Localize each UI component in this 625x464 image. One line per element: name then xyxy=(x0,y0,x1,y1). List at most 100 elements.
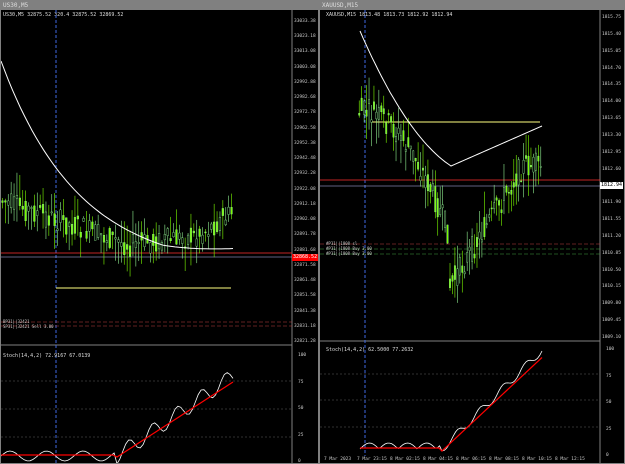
right-candle-body xyxy=(495,197,498,201)
left-candle-body xyxy=(82,218,85,222)
left-candle-body xyxy=(218,217,222,231)
left-candle-body xyxy=(224,219,227,226)
left-candle-body xyxy=(94,224,97,241)
right-price-axis-tick-label: 1809.45 xyxy=(602,318,621,324)
left-price-axis-tick-label: 32821.28 xyxy=(294,339,316,344)
right-candle-body xyxy=(392,123,395,138)
left-candle-body xyxy=(178,232,181,240)
left-candle-body xyxy=(68,222,71,227)
right-candle-body xyxy=(539,166,542,168)
right-osc-axis-tick-label: 0 xyxy=(606,453,609,458)
right-time-axis-tick-label: 8 Mar 10:15 xyxy=(522,457,552,462)
right-time-axis-tick-label: 8 Mar 06:15 xyxy=(456,457,486,462)
left-candle-body xyxy=(134,241,137,248)
left-candle-body xyxy=(44,211,48,228)
left-osc-axis-tick-label: 100 xyxy=(298,353,307,358)
left-candle-body xyxy=(85,231,88,239)
right-candle-body xyxy=(368,99,370,105)
right-candle-body xyxy=(375,111,378,120)
left-candle-body xyxy=(160,242,164,251)
left-candle-body xyxy=(213,221,216,236)
right-candle-body xyxy=(402,130,405,141)
left-candle-body xyxy=(230,207,233,215)
right-candle-body xyxy=(463,271,466,275)
right-price-axis-tick-label: 1813.65 xyxy=(602,116,621,122)
right-candle-body xyxy=(387,113,390,116)
right-candle-body xyxy=(429,184,432,192)
left-candle-body xyxy=(120,242,123,247)
left-candle-body xyxy=(39,205,42,208)
right-candle-body xyxy=(399,135,402,141)
left-current-price-tag: 32868.52 xyxy=(292,254,318,261)
left-stoch-main xyxy=(1,372,234,463)
right-osc-axis-tick-label: 100 xyxy=(606,347,615,352)
right-candle-body xyxy=(483,217,486,237)
right-time-axis-tick-label: 8 Mar 02:15 xyxy=(390,457,420,462)
left-candle-body xyxy=(195,238,198,247)
left-candle-body xyxy=(79,231,82,238)
left-candle-body xyxy=(192,230,195,234)
left-price-axis-tick-label: 33003.08 xyxy=(294,64,316,70)
left-candle-body xyxy=(65,217,68,235)
right-candle-body xyxy=(522,160,525,174)
left-candle-body xyxy=(181,237,184,244)
left-candle-body xyxy=(56,228,59,231)
left-candle-body xyxy=(18,197,21,206)
right-candle-body xyxy=(534,152,537,171)
right-candle-body xyxy=(449,278,451,288)
right-price-axis-tick-label: 1810.50 xyxy=(602,267,621,273)
left-candle-body xyxy=(201,234,204,244)
right-candle-body xyxy=(385,122,388,134)
right-chart-window[interactable]: XAUUSD,M15 XAUUSD,M15 1813.48 1813.73 18… xyxy=(319,0,625,464)
left-chart-window[interactable]: US30,M5 US30,M5 32875.52 320.4 32875.52 … xyxy=(0,0,319,464)
left-candle-body xyxy=(97,224,100,238)
left-candle-body xyxy=(105,240,108,243)
left-candle-body xyxy=(163,234,166,241)
left-candle-body xyxy=(131,234,135,244)
left-price-axis-tick-label: 32891.78 xyxy=(294,232,316,238)
right-main-plot[interactable] xyxy=(320,1,625,464)
right-candle-body xyxy=(395,135,397,143)
right-candle-body xyxy=(485,223,488,225)
right-price-axis-tick-label: 1815.05 xyxy=(602,48,621,54)
right-candle-body xyxy=(404,149,407,152)
left-level-label-2: SP31||32421 Sell 3.00 xyxy=(3,324,54,329)
right-candle-body xyxy=(417,161,420,170)
right-candle-body xyxy=(537,155,540,162)
right-candle-body xyxy=(493,202,496,210)
right-candle-body xyxy=(456,268,459,286)
right-candle-body xyxy=(471,236,474,262)
left-candle-body xyxy=(114,237,117,240)
left-candle-body xyxy=(41,204,45,214)
left-price-axis-tick-label: 33023.18 xyxy=(294,34,316,40)
right-osc-axis-tick-label: 25 xyxy=(606,426,612,432)
right-candle-body xyxy=(397,127,400,134)
left-candle-body xyxy=(47,215,50,226)
left-candle-body xyxy=(166,228,169,236)
right-candle-body xyxy=(480,239,483,243)
left-price-axis-tick-label: 32871.58 xyxy=(294,262,316,268)
left-candle-body xyxy=(7,200,10,206)
left-candle-body xyxy=(102,235,106,243)
left-candle-body xyxy=(143,234,146,247)
right-candle-body xyxy=(370,119,373,123)
right-time-axis-tick-label: 7 Mar 2023 xyxy=(324,457,352,462)
left-candle-body xyxy=(70,224,74,235)
left-candle-body xyxy=(24,200,27,221)
left-candle-body xyxy=(99,233,103,236)
left-main-plot[interactable] xyxy=(1,1,319,464)
right-candle-body xyxy=(530,165,532,168)
right-candle-body xyxy=(473,253,476,259)
left-candle-body xyxy=(88,220,91,232)
left-price-axis-tick-label: 32912.18 xyxy=(294,201,316,207)
left-price-axis-tick-label: 32841.38 xyxy=(294,308,316,314)
left-osc-axis-tick-label: 25 xyxy=(298,432,304,438)
right-candle-body xyxy=(407,137,410,147)
left-candle-body xyxy=(175,229,178,245)
left-ma-line xyxy=(1,60,234,250)
left-candle-body xyxy=(204,231,207,234)
right-price-axis-tick-label: 1812.95 xyxy=(602,149,621,155)
right-ma-line xyxy=(359,30,543,167)
right-candle-body xyxy=(498,200,501,206)
left-candle-body xyxy=(12,196,16,210)
